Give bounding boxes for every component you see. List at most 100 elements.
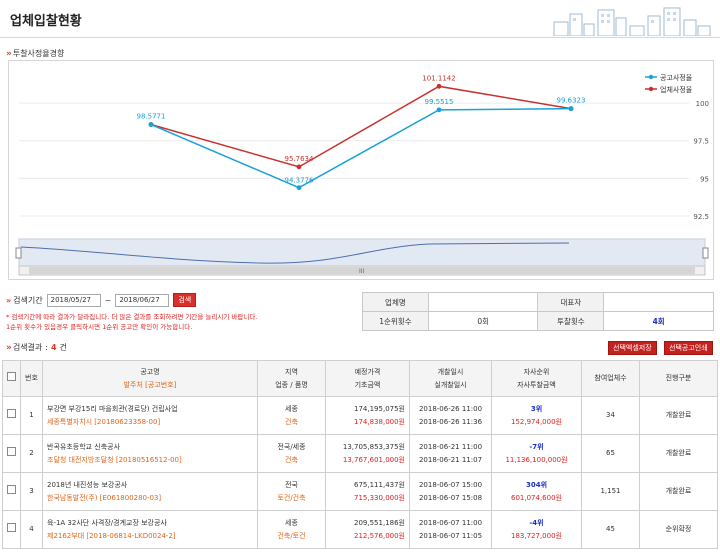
col-open-label: 개찰일시 (437, 367, 464, 376)
row-checkbox-cell[interactable] (2, 396, 21, 435)
row-real-open: 2018-06-26 11:36 (418, 417, 483, 426)
row-rank[interactable]: 304위 (493, 479, 580, 492)
row-region: 전국/세종 (277, 442, 306, 451)
series-2-point[interactable] (296, 164, 302, 170)
col-open-sub: 실개찰일시 (434, 380, 467, 389)
row-rank-cell: -7위 11,136,100,000원 (491, 434, 582, 473)
first-rank-count-value[interactable]: 0회 (427, 311, 539, 331)
company-name-label: 업체명 (362, 292, 429, 312)
data-label: 95.7634 (285, 155, 314, 163)
row-base: 13,767,601,000원 (342, 455, 405, 464)
row-checkbox[interactable] (7, 446, 16, 456)
row-open: 2018-06-26 11:00 (418, 404, 483, 413)
row-no: 3 (20, 472, 43, 511)
row-name[interactable]: 2018년 내진성능 보강공사 (47, 479, 256, 492)
row-open: 2018-06-07 11:00 (418, 518, 483, 527)
row-no: 4 (20, 510, 43, 549)
col-region: 지역 업종 / 품명 (257, 360, 326, 397)
row-name-cell[interactable]: 육-1A 32사단 사격장/경계교장 보강공사 제2162부대 [2018-068… (42, 510, 258, 549)
line-chart: 공고사정율 업체사정율 100 97.5 95 92.5 98.5771 95.7634… (15, 73, 709, 276)
row-name-cell[interactable]: 부강면 부강15리 마을회관(경로당) 건립사업 세종특별자치시 [2018062… (42, 396, 258, 435)
row-industry: 건축 (285, 417, 298, 426)
col-rank: 자사순위 자사투찰금액 (491, 360, 582, 397)
row-bid: 183,727,000원 (511, 531, 562, 540)
company-info-table: 업체명 대표자 1순위횟수 0회 투찰횟수 4회 (362, 292, 714, 331)
results-count: 4 (50, 343, 57, 352)
select-all-checkbox[interactable] (7, 371, 16, 381)
row-price: 209,551,186원 (354, 518, 405, 527)
ceo-label: 대표자 (537, 292, 605, 312)
page-header: 업체입찰현황 (0, 0, 720, 38)
row-checkbox-cell[interactable] (2, 472, 21, 511)
table-row[interactable]: 4 육-1A 32사단 사격장/경계교장 보강공사 제2162부대 [2018-06… (2, 510, 718, 549)
results-count-unit: 건 (59, 343, 67, 352)
row-name-cell[interactable]: 2018년 내진성능 보강공사 한국남동발전(주) [E061800280-03] (42, 472, 258, 511)
row-org: 제2162부대 [2018-06814-LKD0024-2] (47, 531, 176, 540)
col-region-sub: 업종 / 품명 (275, 380, 308, 389)
table-row[interactable]: 2 반곡유초등학교 신축공사 조달청 대전지방조달청 [20180516512-00… (2, 434, 718, 473)
legend-marker-2 (648, 86, 654, 92)
row-open-cell: 2018-06-21 11:00 2018-06-21 11:07 (409, 434, 492, 473)
row-price-cell: 174,195,075원 174,838,000원 (325, 396, 410, 435)
row-checkbox-cell[interactable] (2, 510, 21, 549)
select-all-checkbox-cell[interactable] (2, 360, 21, 397)
row-rank[interactable]: -4위 (493, 517, 580, 530)
data-label: 99.6323 (557, 97, 586, 105)
row-checkbox[interactable] (7, 408, 16, 418)
export-excel-button[interactable]: 선택엑셀저장 (608, 341, 657, 355)
chart-navigator[interactable]: III (15, 238, 709, 276)
date-to-input[interactable] (115, 293, 170, 307)
search-button[interactable]: 검색 (173, 293, 197, 307)
row-industry: 건축 (285, 455, 298, 464)
chart-section-title: 투찰사정율경향 (12, 49, 65, 58)
row-name-cell[interactable]: 반곡유초등학교 신축공사 조달청 대전지방조달청 [20180516512-00] (42, 434, 258, 473)
navigator-left-handle[interactable] (15, 247, 22, 259)
row-rank-cell: 3위 152,974,000원 (491, 396, 582, 435)
row-real-open: 2018-06-07 15:08 (418, 493, 483, 502)
page-title: 업체입찰현황 (10, 14, 82, 29)
series-line-2 (150, 85, 572, 168)
series-1-point[interactable] (296, 185, 302, 191)
svg-text:III: III (359, 268, 365, 275)
row-name[interactable]: 반곡유초등학교 신축공사 (47, 441, 256, 454)
row-status: 순위확정 (639, 510, 718, 549)
y-tick-label: 100 (696, 100, 709, 108)
data-label: 98.5771 (137, 113, 166, 121)
col-price-label: 예정가격 (354, 367, 381, 376)
data-label: 94.3776 (285, 177, 314, 185)
row-open-cell: 2018-06-07 15:00 2018-06-07 15:08 (409, 472, 492, 511)
row-checkbox[interactable] (7, 484, 16, 494)
series-2-point[interactable] (436, 83, 442, 89)
col-rank-sub: 자사투찰금액 (517, 380, 556, 389)
row-checkbox-cell[interactable] (2, 434, 21, 473)
row-region: 세종 (285, 518, 298, 527)
row-rank[interactable]: 3위 (493, 403, 580, 416)
row-region-cell: 세종 건축 (257, 396, 326, 435)
col-status: 진행구분 (639, 360, 718, 397)
series-1-point[interactable] (148, 122, 154, 127)
table-row[interactable]: 3 2018년 내진성능 보강공사 한국남동발전(주) [E061800280-03… (2, 472, 718, 511)
row-org: 조달청 대전지방조달청 [20180516512-00] (47, 455, 182, 464)
legend-marker-1 (648, 74, 654, 80)
row-status: 개찰완료 (639, 472, 718, 511)
chart-legend: 공고사정율 업체사정율 (645, 73, 693, 94)
date-from-input[interactable] (46, 293, 101, 307)
ceo-value (603, 292, 714, 312)
row-industry: 토건/건축 (277, 493, 306, 502)
col-name-label: 공고명 (140, 367, 160, 376)
series-line-1 (150, 107, 572, 189)
row-checkbox[interactable] (7, 522, 16, 532)
results-header-row: 번호 공고명 발주처 [공고번호] 지역 업종 / 품명 예정가격 기초금액 개… (2, 360, 718, 397)
series-1-point[interactable] (436, 107, 442, 113)
y-tick-label: 92.5 (693, 213, 709, 221)
navigator-right-handle[interactable] (702, 247, 709, 259)
series-1-point[interactable] (568, 106, 574, 112)
print-selected-button[interactable]: 선택공고인쇄 (664, 341, 713, 355)
double-arrow-icon: » (6, 342, 12, 353)
row-name[interactable]: 육-1A 32사단 사격장/경계교장 보강공사 (47, 517, 256, 530)
row-rank[interactable]: -7위 (493, 441, 580, 454)
row-region-cell: 전국 토건/건축 (257, 472, 326, 511)
table-row[interactable]: 1 부강면 부강15리 마을회관(경로당) 건립사업 세종특별자치시 [201806… (2, 396, 718, 435)
search-notice-2: 1순위 횟수가 있음경우 클릭하시면 1순위 공고만 확인이 가능합니다. (6, 323, 193, 331)
row-name[interactable]: 부강면 부강15리 마을회관(경로당) 건립사업 (47, 403, 256, 416)
